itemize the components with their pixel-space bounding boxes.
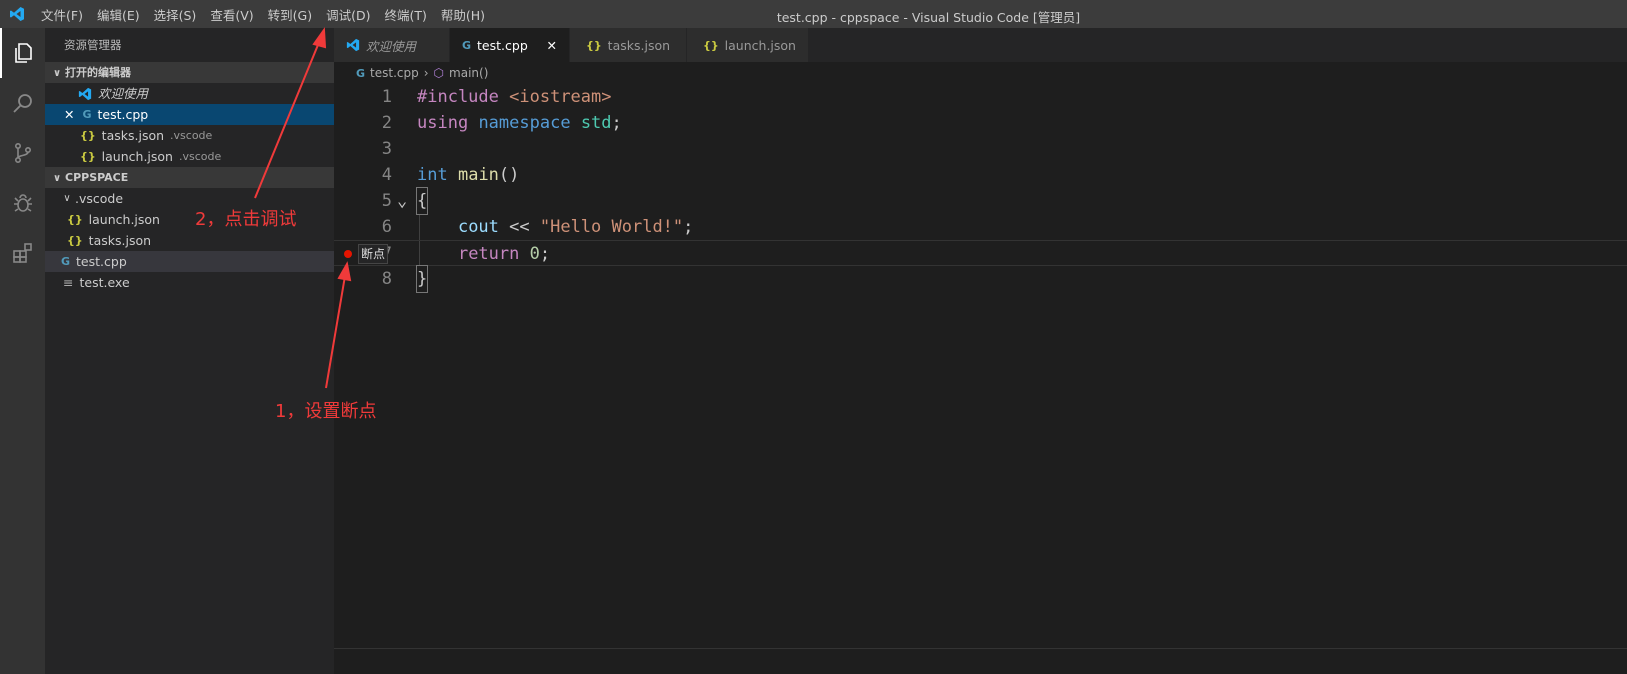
arrow-to-breakpoint (325, 261, 352, 389)
annotation-arrows (254, 27, 352, 389)
annotation-step2: 2，点击调试 (195, 209, 297, 230)
annotation-step1: 1，设置断点 (275, 401, 377, 422)
arrow-to-debug-menu (254, 27, 327, 199)
